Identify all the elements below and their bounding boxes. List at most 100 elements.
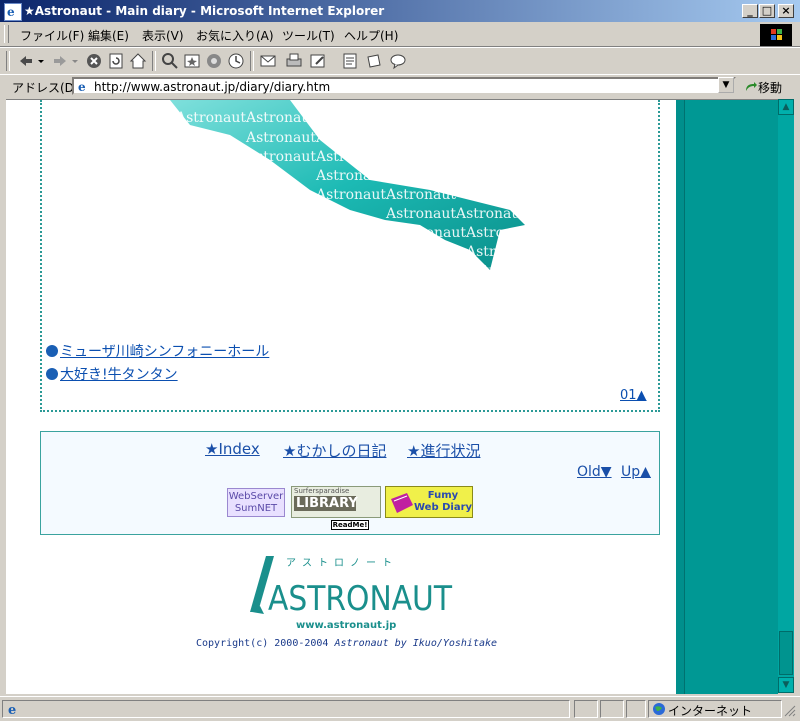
readme-badge[interactable]: ReadMe! xyxy=(331,520,369,530)
banner-text: Astronaut xyxy=(395,225,466,241)
banner-text: Astronaut xyxy=(245,130,316,146)
menu-file[interactable]: ファイル(F) xyxy=(20,27,84,44)
astronaut-footer-logo: アストロノート ASTRONAUT xyxy=(250,556,452,618)
fumy-badge[interactable]: Fumy Web Diary xyxy=(385,486,473,518)
menu-favorites[interactable]: お気に入り(A) xyxy=(196,27,274,44)
research-icon[interactable] xyxy=(364,51,384,71)
scroll-down-icon[interactable]: ▼ xyxy=(778,677,794,693)
old-link[interactable]: Old▼ xyxy=(577,464,612,480)
banner-text: Astronaut xyxy=(245,110,316,126)
menu-tools[interactable]: ツール(T) xyxy=(282,27,335,44)
copyright-text: Copyright(c) 2000-2004 Astronaut by Ikuo… xyxy=(196,638,497,649)
stop-icon[interactable] xyxy=(84,51,104,71)
webserver-badge[interactable]: WebServer SumNET xyxy=(227,488,285,517)
mail-icon[interactable] xyxy=(258,51,278,71)
footer-logo-kana: アストロノート xyxy=(286,558,398,569)
address-input[interactable]: e http://www.astronaut.jp/diary/diary.ht… xyxy=(72,77,736,95)
status-text-panel xyxy=(2,700,570,718)
page-top-link[interactable]: 01▲ xyxy=(620,388,647,403)
status-panel xyxy=(600,700,624,718)
copyright-author: Astronaut by Ikuo/Yoshitake xyxy=(334,638,498,649)
address-url: http://www.astronaut.jp/diary/diary.htm xyxy=(94,80,331,94)
menu-help[interactable]: ヘルプ(H) xyxy=(344,27,398,44)
right-side-band xyxy=(676,100,778,694)
diary-book-icon xyxy=(391,493,413,513)
diary-link-muza[interactable]: ミューザ川崎シンフォニーホール xyxy=(46,341,269,361)
astronaut-banner-image: Astronaut Astronaut Astronaut Astronaut … xyxy=(170,100,536,279)
menu-view[interactable]: 表示(V) xyxy=(142,27,184,44)
menu-bar: ファイル(F) 編集(E) 表示(V) お気に入り(A) ツール(T) ヘルプ(… xyxy=(0,22,800,47)
go-label: 移動 xyxy=(758,81,783,95)
banner-text: Astronaut xyxy=(175,110,246,126)
maximize-button[interactable]: □ xyxy=(759,4,775,18)
library-badge-top: Surfersparadise xyxy=(294,487,350,495)
close-button[interactable]: × xyxy=(778,4,794,18)
banner-text: Astronaut xyxy=(315,149,386,165)
address-dropdown-icon[interactable]: ▼ xyxy=(718,77,734,93)
address-label: アドレス(D) xyxy=(12,81,79,95)
minimize-button[interactable]: _ xyxy=(742,4,758,18)
zone-label: インターネット xyxy=(668,704,753,718)
up-link[interactable]: Up▲ xyxy=(621,464,651,480)
banner-text: Astronaut xyxy=(245,149,316,165)
scroll-up-icon[interactable]: ▲ xyxy=(778,99,794,115)
progress-link[interactable]: ★進行状況 xyxy=(407,440,480,461)
toolbar xyxy=(0,47,800,75)
toolbar-grip xyxy=(6,51,10,71)
banner-text: Astronaut xyxy=(465,225,536,241)
menu-grip xyxy=(4,25,9,43)
fumy-badge-label: Fumy Web Diary xyxy=(414,490,473,513)
navigation-box: ★Index ★むかしの日記 ★進行状況 Old▼ Up▲ WebServer … xyxy=(40,431,660,535)
status-panel xyxy=(626,700,646,718)
home-icon[interactable] xyxy=(128,51,148,71)
history-icon[interactable] xyxy=(226,51,246,71)
right-side-band-inner xyxy=(684,100,778,694)
status-bar: e インターネット xyxy=(0,696,800,721)
bullet-icon xyxy=(46,345,58,357)
banner-text: Astronaut xyxy=(315,168,386,184)
banner-text: Astronaut xyxy=(315,130,386,146)
back-dropdown-icon[interactable] xyxy=(36,51,46,71)
messenger-icon[interactable] xyxy=(388,51,408,71)
forward-icon[interactable] xyxy=(50,51,70,71)
search-icon[interactable] xyxy=(160,51,180,71)
banner-text: Astronaut xyxy=(385,187,456,203)
page-viewport: Astronaut Astronaut Astronaut Astronaut … xyxy=(6,99,778,694)
refresh-icon[interactable] xyxy=(106,51,126,71)
banner-text: Astronaut xyxy=(315,187,386,203)
old-diary-link[interactable]: ★むかしの日記 xyxy=(283,440,386,461)
favorites-icon[interactable] xyxy=(182,51,202,71)
forward-dropdown-icon[interactable] xyxy=(70,51,80,71)
resize-grip-icon[interactable] xyxy=(784,705,796,717)
title-bar: e ★Astronaut - Main diary - Microsoft In… xyxy=(0,0,800,22)
go-arrow-icon xyxy=(746,82,757,91)
footer-site-url: www.astronaut.jp xyxy=(296,620,397,631)
banner-text: Astronaut xyxy=(385,149,456,165)
discuss-icon[interactable] xyxy=(340,51,360,71)
vertical-scrollbar[interactable]: ▲ ▼ xyxy=(778,99,794,693)
media-icon[interactable] xyxy=(204,51,224,71)
globe-icon xyxy=(653,703,665,715)
banner-text: Astronaut xyxy=(385,206,456,222)
index-link[interactable]: ★Index xyxy=(205,440,260,458)
diary-link-gyutan[interactable]: 大好き!牛タンタン xyxy=(46,364,178,384)
scroll-thumb[interactable] xyxy=(779,631,793,675)
banner-text: Astronaut xyxy=(455,206,526,222)
banner-text: Astronaut xyxy=(465,263,536,279)
library-badge[interactable]: Surfersparadise LIBRARY xyxy=(291,486,381,518)
edit-icon[interactable] xyxy=(308,51,328,71)
diary-link-label: 大好き!牛タンタン xyxy=(60,367,178,383)
page-icon: e xyxy=(78,80,86,94)
print-icon[interactable] xyxy=(284,51,304,71)
bullet-icon xyxy=(46,368,58,380)
menu-edit[interactable]: 編集(E) xyxy=(88,27,129,44)
library-badge-label: LIBRARY xyxy=(294,496,358,511)
go-button[interactable]: 移動 xyxy=(744,79,782,96)
address-bar: アドレス(D) e http://www.astronaut.jp/diary/… xyxy=(0,74,800,99)
banner-text: Astronaut xyxy=(385,168,456,184)
banner-text: Astronaut xyxy=(465,244,536,260)
svg-text:e: e xyxy=(7,5,15,18)
footer-logo-text: ASTRONAUT xyxy=(268,579,452,618)
ie-page-icon: e xyxy=(4,3,22,21)
back-icon[interactable] xyxy=(16,51,36,71)
